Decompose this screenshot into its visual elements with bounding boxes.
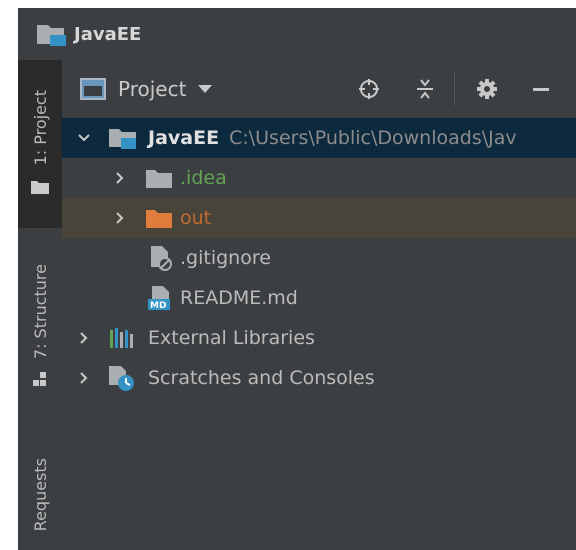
strip-tab-structure[interactable]: 7: Structure bbox=[18, 252, 62, 402]
strip-tab-requests[interactable]: Requests bbox=[18, 440, 62, 550]
tool-window-strip: 1: Project 7: Structure Requests bbox=[18, 60, 62, 550]
root-node-text: JavaEE C:\Users\Public\Downloads\Jav bbox=[148, 127, 517, 149]
tree-node-label: .idea bbox=[180, 167, 227, 189]
folder-icon bbox=[31, 179, 49, 198]
root-name: JavaEE bbox=[148, 127, 220, 149]
tree-node-label: README.md bbox=[180, 287, 298, 309]
tree-node-label: .gitignore bbox=[180, 247, 271, 269]
locate-icon[interactable] bbox=[356, 76, 382, 102]
project-panel: Project JavaEE C:\Users\Public\Downloads… bbox=[62, 60, 576, 550]
libraries-icon bbox=[110, 328, 134, 353]
view-selector-label[interactable]: Project bbox=[118, 77, 186, 101]
root-path: C:\Users\Public\Downloads\Jav bbox=[229, 127, 517, 149]
toolbar-divider bbox=[454, 72, 455, 106]
markdown-file-icon: MD bbox=[148, 285, 174, 316]
collapse-all-icon[interactable] bbox=[412, 76, 438, 102]
structure-icon bbox=[33, 371, 47, 390]
project-view-icon bbox=[80, 78, 106, 100]
chevron-right-icon[interactable] bbox=[114, 172, 126, 184]
hide-icon[interactable] bbox=[528, 76, 554, 102]
chevron-down-icon[interactable] bbox=[198, 85, 213, 93]
excluded-folder-icon bbox=[146, 209, 172, 234]
window-title: JavaEE bbox=[74, 23, 142, 45]
gear-icon[interactable] bbox=[474, 76, 500, 102]
chevron-right-icon[interactable] bbox=[78, 372, 90, 384]
project-tree: JavaEE C:\Users\Public\Downloads\Jav .ide… bbox=[62, 118, 576, 398]
module-folder-icon bbox=[108, 126, 138, 155]
tree-row-out[interactable]: out bbox=[62, 198, 576, 238]
svg-text:MD: MD bbox=[150, 301, 166, 311]
ide-window: JavaEE 1: Project 7: Structure Requests bbox=[0, 0, 576, 550]
tree-node-label: External Libraries bbox=[148, 327, 315, 349]
strip-tab-project[interactable]: 1: Project bbox=[18, 60, 62, 228]
tree-node-label: Scratches and Consoles bbox=[148, 367, 375, 389]
tree-node-label: out bbox=[180, 207, 212, 229]
folder-icon bbox=[146, 169, 172, 194]
tree-row-root[interactable]: JavaEE C:\Users\Public\Downloads\Jav bbox=[62, 118, 576, 158]
tree-row-readme[interactable]: MD README.md bbox=[62, 278, 576, 318]
chevron-right-icon[interactable] bbox=[78, 332, 90, 344]
project-module-icon bbox=[36, 21, 68, 47]
chevron-right-icon[interactable] bbox=[114, 212, 126, 224]
panel-toolbar: Project bbox=[62, 60, 576, 118]
tree-row-idea[interactable]: .idea bbox=[62, 158, 576, 198]
tree-row-external-libraries[interactable]: External Libraries bbox=[62, 318, 576, 358]
scratches-icon bbox=[108, 365, 136, 398]
tree-row-scratches[interactable]: Scratches and Consoles bbox=[62, 358, 576, 398]
strip-tab-project-label: 1: Project bbox=[30, 89, 50, 166]
title-bar: JavaEE bbox=[18, 8, 576, 60]
tree-row-gitignore[interactable]: .gitignore bbox=[62, 238, 576, 278]
strip-tab-requests-label: Requests bbox=[30, 458, 50, 532]
strip-tab-structure-label: 7: Structure bbox=[30, 263, 50, 360]
ignored-file-icon bbox=[150, 245, 172, 276]
chevron-down-icon[interactable] bbox=[78, 132, 90, 144]
